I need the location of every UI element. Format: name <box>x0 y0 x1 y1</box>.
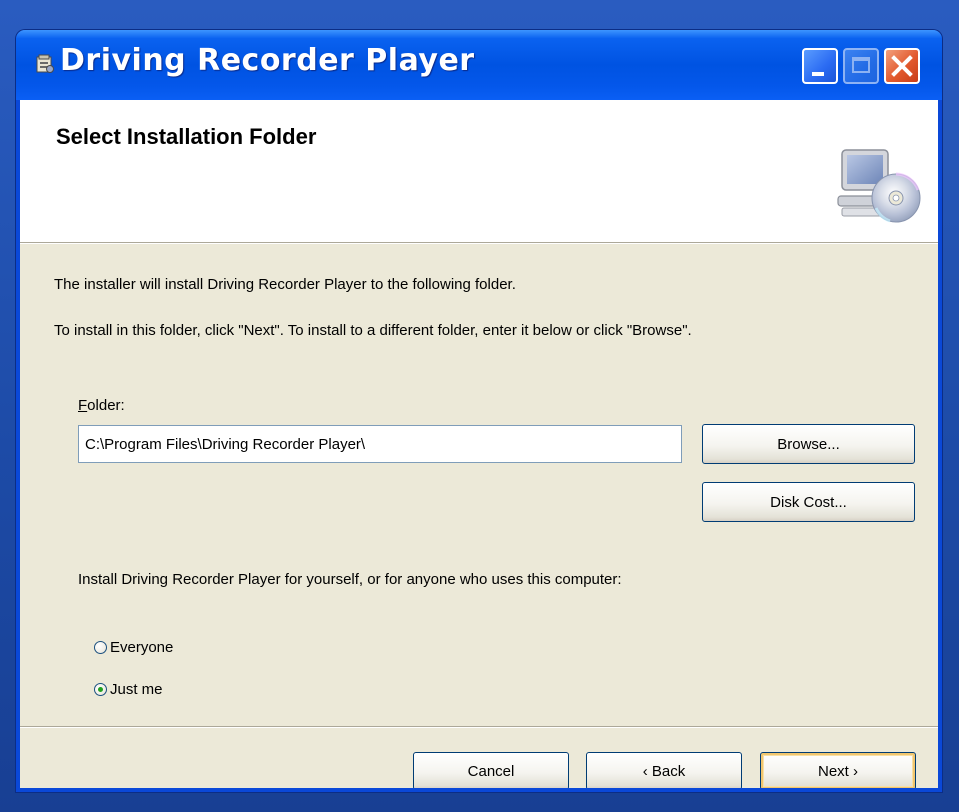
folder-label-mnemonic: F <box>78 397 88 414</box>
page-title: Select Installation Folder <box>56 124 317 149</box>
radio-just-me-label: Just me <box>110 680 163 698</box>
radio-everyone-label: Everyone <box>110 638 174 656</box>
computer-cd-icon <box>837 149 921 223</box>
radio-everyone-circle[interactable] <box>94 640 107 654</box>
install-for-prompt: Install Driving Recorder Player for your… <box>78 571 622 588</box>
radio-everyone[interactable]: Everyone <box>94 636 173 658</box>
folder-label: Folder: <box>78 397 125 414</box>
disk-cost-button[interactable]: Disk Cost... <box>702 482 915 522</box>
cancel-button[interactable]: Cancel <box>413 752 569 790</box>
intro-text: The installer will install Driving Recor… <box>54 276 516 293</box>
cancel-button-label: Cancel <box>467 762 515 780</box>
minimize-button[interactable] <box>802 48 838 84</box>
installer-app-icon <box>36 54 54 73</box>
footer-separator <box>20 726 938 728</box>
maximize-icon <box>852 57 870 73</box>
close-button[interactable] <box>884 48 920 84</box>
header-banner: Select Installation Folder <box>20 100 938 244</box>
window-title: Driving Recorder Player <box>60 43 475 78</box>
maximize-button <box>843 48 879 84</box>
back-button[interactable]: ‹ Back <box>586 752 742 790</box>
folder-label-rest: older: <box>87 397 125 414</box>
browse-button[interactable]: Browse... <box>702 424 915 464</box>
back-button-label: ‹ Back <box>642 762 686 780</box>
installer-window: Driving Recorder Player Select Installat… <box>16 30 942 792</box>
radio-just-me-circle[interactable] <box>94 682 107 696</box>
next-button-label: Next › <box>817 762 858 780</box>
radio-just-me[interactable]: Just me <box>94 678 163 700</box>
minimize-icon <box>812 72 824 76</box>
browse-button-label: Browse... <box>777 435 840 453</box>
window-bottom-border <box>16 788 942 792</box>
folder-path-input[interactable] <box>78 425 682 463</box>
dialog-body: Select Installation Folder The installer… <box>20 100 938 790</box>
title-bar[interactable]: Driving Recorder Player <box>16 30 942 100</box>
disk-cost-button-label: Disk Cost... <box>770 493 847 511</box>
next-button[interactable]: Next › <box>760 752 916 790</box>
close-icon <box>891 55 913 77</box>
instructions-text: To install in this folder, click "Next".… <box>54 322 692 339</box>
